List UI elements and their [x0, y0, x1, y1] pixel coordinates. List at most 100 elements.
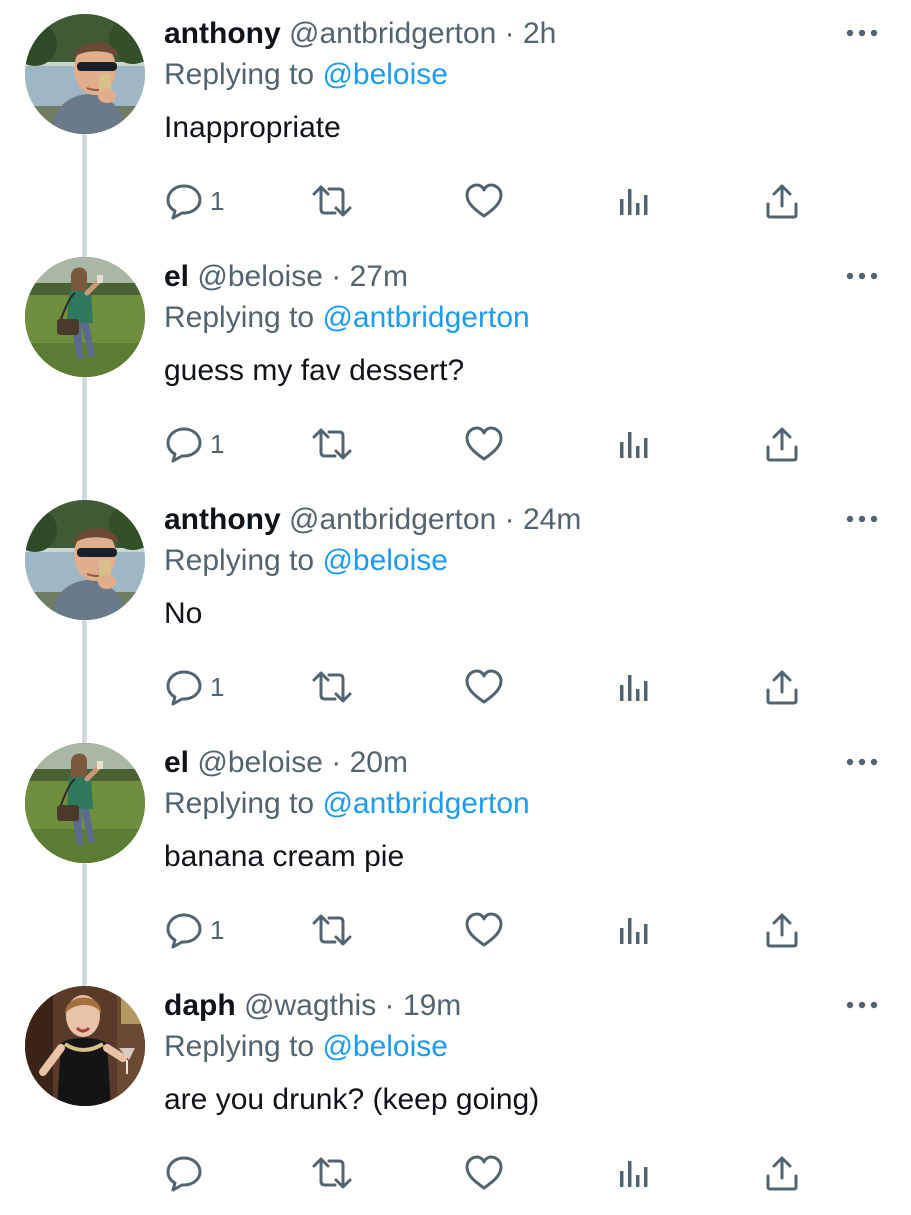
user-handle[interactable]: @beloise — [197, 260, 323, 293]
avatar[interactable] — [25, 14, 145, 134]
retweet-button[interactable] — [310, 664, 354, 710]
reply-icon — [164, 424, 204, 464]
like-button[interactable] — [464, 1150, 504, 1196]
retweet-icon — [310, 910, 354, 950]
user-handle[interactable]: @beloise — [197, 746, 323, 779]
user-handle[interactable]: @wagthis — [244, 989, 376, 1022]
timestamp[interactable]: 2h — [523, 17, 556, 50]
retweet-icon — [310, 1153, 354, 1193]
analytics-icon — [614, 181, 654, 221]
tweet-actions: 1 — [164, 907, 824, 953]
replying-to: Replying to @beloise — [164, 1027, 448, 1067]
tweet-actions: 1 — [164, 664, 824, 710]
reply-icon — [164, 1153, 204, 1193]
avatar[interactable] — [25, 986, 145, 1106]
retweet-icon — [310, 424, 354, 464]
timestamp[interactable]: 20m — [350, 746, 408, 779]
analytics-icon — [614, 424, 654, 464]
timestamp[interactable]: 27m — [350, 260, 408, 293]
reply-button[interactable] — [164, 1150, 210, 1196]
retweet-button[interactable] — [310, 907, 354, 953]
tweet-actions — [164, 1150, 824, 1196]
like-button[interactable] — [464, 664, 504, 710]
like-button[interactable] — [464, 907, 504, 953]
reply-button[interactable]: 1 — [164, 421, 224, 467]
like-button[interactable] — [464, 178, 504, 224]
more-icon — [844, 18, 880, 48]
tweet-text: banana cream pie — [164, 840, 405, 873]
replying-to-prefix: Replying to — [164, 58, 315, 91]
display-name[interactable]: anthony — [164, 503, 281, 536]
more-options-button[interactable] — [844, 18, 880, 48]
avatar[interactable] — [25, 743, 145, 863]
analytics-button[interactable] — [614, 421, 654, 467]
display-name[interactable]: daph — [164, 989, 236, 1022]
timestamp[interactable]: 19m — [403, 989, 461, 1022]
tweet-header: el @beloise · 27m — [164, 257, 408, 297]
analytics-button[interactable] — [614, 178, 654, 224]
replying-to: Replying to @antbridgerton — [164, 784, 530, 824]
tweet[interactable]: anthony @antbridgerton · 24m Replying to… — [0, 486, 911, 729]
display-name[interactable]: el — [164, 260, 189, 293]
tweet[interactable]: el @beloise · 20m Replying to @antbridge… — [0, 729, 911, 972]
reply-count: 1 — [210, 429, 225, 459]
share-button[interactable] — [762, 907, 802, 953]
share-button[interactable] — [762, 421, 802, 467]
display-name[interactable]: el — [164, 746, 189, 779]
reply-button[interactable]: 1 — [164, 907, 224, 953]
retweet-button[interactable] — [310, 178, 354, 224]
replying-to: Replying to @beloise — [164, 541, 448, 581]
share-icon — [762, 424, 802, 464]
heart-icon — [464, 667, 504, 707]
separator-dot: · — [331, 746, 342, 779]
replying-to: Replying to @antbridgerton — [164, 298, 530, 338]
display-name[interactable]: anthony — [164, 17, 281, 50]
user-handle[interactable]: @antbridgerton — [289, 17, 496, 50]
tweet-header: daph @wagthis · 19m — [164, 986, 461, 1026]
analytics-button[interactable] — [614, 664, 654, 710]
reply-button[interactable]: 1 — [164, 664, 224, 710]
reply-button[interactable]: 1 — [164, 178, 224, 224]
analytics-button[interactable] — [614, 1150, 654, 1196]
retweet-button[interactable] — [310, 421, 354, 467]
mention-link[interactable]: @antbridgerton — [322, 787, 529, 820]
share-button[interactable] — [762, 178, 802, 224]
avatar[interactable] — [25, 257, 145, 377]
heart-icon — [464, 910, 504, 950]
reply-count: 1 — [210, 915, 225, 945]
replying-to-prefix: Replying to — [164, 301, 315, 334]
reply-count: 1 — [210, 186, 225, 216]
reply-thread: anthony @antbridgerton · 2h Replying to … — [0, 0, 911, 1200]
like-button[interactable] — [464, 421, 504, 467]
heart-icon — [464, 424, 504, 464]
replying-to-prefix: Replying to — [164, 544, 315, 577]
tweet[interactable]: daph @wagthis · 19m Replying to @beloise… — [0, 972, 911, 1215]
tweet[interactable]: el @beloise · 27m Replying to @antbridge… — [0, 243, 911, 486]
analytics-button[interactable] — [614, 907, 654, 953]
tweet[interactable]: anthony @antbridgerton · 2h Replying to … — [0, 0, 911, 243]
retweet-icon — [310, 667, 354, 707]
more-options-button[interactable] — [844, 747, 880, 777]
mention-link[interactable]: @antbridgerton — [322, 301, 529, 334]
mention-link[interactable]: @beloise — [322, 544, 448, 577]
user-handle[interactable]: @antbridgerton — [289, 503, 496, 536]
analytics-icon — [614, 1153, 654, 1193]
share-button[interactable] — [762, 1150, 802, 1196]
more-options-button[interactable] — [844, 261, 880, 291]
tweet-header: anthony @antbridgerton · 24m — [164, 500, 581, 540]
share-icon — [762, 181, 802, 221]
more-icon — [844, 747, 880, 777]
more-options-button[interactable] — [844, 504, 880, 534]
share-icon — [762, 667, 802, 707]
avatar[interactable] — [25, 500, 145, 620]
share-button[interactable] — [762, 664, 802, 710]
retweet-button[interactable] — [310, 1150, 354, 1196]
mention-link[interactable]: @beloise — [322, 58, 448, 91]
timestamp[interactable]: 24m — [523, 503, 581, 536]
share-icon — [762, 1153, 802, 1193]
mention-link[interactable]: @beloise — [322, 1030, 448, 1063]
more-icon — [844, 261, 880, 291]
more-icon — [844, 990, 880, 1020]
heart-icon — [464, 1153, 504, 1193]
more-options-button[interactable] — [844, 990, 880, 1020]
